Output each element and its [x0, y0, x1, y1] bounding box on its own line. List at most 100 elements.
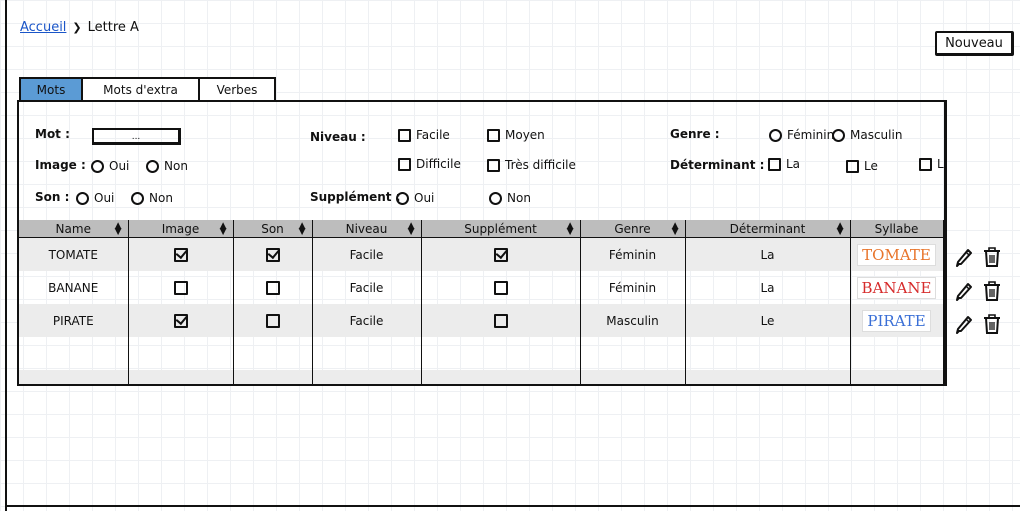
pencil-icon[interactable] [954, 313, 974, 335]
column-header-label: Son [261, 221, 284, 236]
image-checkbox[interactable] [173, 313, 188, 328]
supplement-checkbox[interactable] [493, 313, 508, 328]
breadcrumb: Accueil ❯ Lettre A [20, 20, 139, 35]
table-row[interactable]: TOMATE Facile Féminin La TOMATE [19, 237, 944, 271]
tab-mots[interactable]: Mots [19, 77, 83, 101]
tab-label: Mots [36, 83, 66, 97]
table-cell [850, 337, 944, 370]
determinant-le-checkbox[interactable]: Le [846, 159, 878, 173]
cell-text: PIRATE [52, 313, 94, 328]
option-label: Féminin [787, 128, 835, 142]
option-label: L' [937, 157, 947, 171]
table-cell [128, 337, 234, 370]
pencil-icon[interactable] [954, 246, 974, 268]
table-cell [312, 337, 422, 370]
genre-feminin-radio[interactable]: Féminin [769, 128, 834, 142]
table-cell [233, 337, 313, 370]
checkbox-icon [768, 157, 781, 171]
image-checkbox[interactable] [173, 247, 188, 262]
table-row[interactable]: BANANE Facile Féminin La BANANE [19, 271, 944, 304]
image-non-radio[interactable]: Non [146, 159, 188, 173]
table-cell [19, 337, 129, 370]
son-checkbox[interactable] [265, 280, 280, 295]
table-cell: Masculin [580, 304, 686, 337]
radio-icon [832, 128, 845, 142]
table-cell [233, 304, 313, 337]
table-cell [312, 370, 422, 384]
sort-icon: ▲ ▼ [566, 221, 574, 237]
table-row-empty [19, 370, 944, 384]
trash-icon[interactable] [982, 280, 1002, 302]
table-header-row: Name ▲ ▼ Image ▲ ▼ Son ▲ ▼ Niveau ▲ ▼ Supplément… [19, 220, 944, 238]
syllabe-text: PIRATE [862, 309, 931, 332]
table-cell [233, 237, 313, 271]
table-cell: BANANE [850, 271, 944, 304]
table-cell: Féminin [580, 271, 686, 304]
table-cell: La [685, 237, 851, 271]
column-header-supplement[interactable]: Supplément ▲ ▼ [421, 220, 581, 238]
option-label: Oui [414, 191, 435, 205]
niveau-difficile-checkbox[interactable]: Difficile [398, 157, 461, 171]
frame-bottom-line [5, 505, 1020, 507]
table-row[interactable]: PIRATE Facile Masculin Le PIRATE [19, 304, 944, 337]
supplement-checkbox[interactable] [493, 247, 508, 262]
column-header-niveau[interactable]: Niveau ▲ ▼ [312, 220, 422, 238]
column-header-son[interactable]: Son ▲ ▼ [233, 220, 313, 238]
table-cell [850, 370, 944, 384]
column-header-name[interactable]: Name ▲ ▼ [19, 220, 129, 238]
column-header-genre[interactable]: Genre ▲ ▼ [580, 220, 686, 238]
son-non-radio[interactable]: Non [131, 191, 173, 205]
tab-mots-extra[interactable]: Mots d'extra [81, 77, 200, 101]
option-label: Non [164, 159, 188, 173]
table-cell: TOMATE [19, 237, 129, 271]
table-cell: BANANE [19, 271, 129, 304]
table-cell [421, 271, 581, 304]
determinant-l-checkbox[interactable]: L' [919, 157, 947, 171]
supplement-non-radio[interactable]: Non [489, 191, 531, 205]
image-oui-radio[interactable]: Oui [91, 159, 129, 173]
column-header-syllabe: Syllabe [850, 220, 944, 238]
radio-icon [396, 191, 409, 205]
table-cell [685, 370, 851, 384]
niveau-moyen-checkbox[interactable]: Moyen [487, 128, 545, 142]
column-header-label: Déterminant [729, 221, 806, 236]
supplement-checkbox[interactable] [493, 280, 508, 295]
table-cell [580, 370, 686, 384]
son-checkbox[interactable] [265, 313, 280, 328]
column-header-determinant[interactable]: Déterminant ▲ ▼ [685, 220, 851, 238]
breadcrumb-home-link[interactable]: Accueil [20, 20, 66, 35]
son-checkbox[interactable] [265, 247, 280, 262]
cell-text: La [760, 280, 775, 295]
pencil-icon[interactable] [954, 280, 974, 302]
radio-icon [489, 191, 502, 205]
new-button[interactable]: Nouveau [935, 31, 1014, 56]
determinant-la-checkbox[interactable]: La [768, 157, 800, 171]
table-cell [128, 271, 234, 304]
table-cell: Féminin [580, 237, 686, 271]
image-checkbox[interactable] [173, 280, 188, 295]
trash-icon[interactable] [982, 313, 1002, 335]
table-cell [580, 337, 686, 370]
table-cell [421, 304, 581, 337]
column-header-image[interactable]: Image ▲ ▼ [128, 220, 234, 238]
niveau-tres-difficile-checkbox[interactable]: Très difficile [487, 158, 576, 172]
tab-verbes[interactable]: Verbes [198, 77, 276, 101]
option-label: Non [149, 191, 173, 205]
table-cell: TOMATE [850, 237, 944, 271]
syllabe-text: BANANE [856, 276, 937, 299]
table-row-empty [19, 337, 944, 370]
cell-text: BANANE [48, 280, 99, 295]
supplement-oui-radio[interactable]: Oui [396, 191, 434, 205]
mot-input[interactable]: ... [92, 128, 181, 145]
radio-icon [769, 128, 782, 142]
trash-icon[interactable] [982, 246, 1002, 268]
column-header-label: Niveau [345, 221, 388, 236]
son-oui-radio[interactable]: Oui [76, 191, 114, 205]
genre-masculin-radio[interactable]: Masculin [832, 128, 902, 142]
table-cell: PIRATE [850, 304, 944, 337]
niveau-facile-checkbox[interactable]: Facile [398, 128, 450, 142]
cell-text: Masculin [606, 313, 659, 328]
tab-bar: Mots Mots d'extra Verbes [19, 77, 276, 101]
cell-text: Féminin [608, 247, 657, 262]
option-label: Facile [416, 128, 450, 142]
